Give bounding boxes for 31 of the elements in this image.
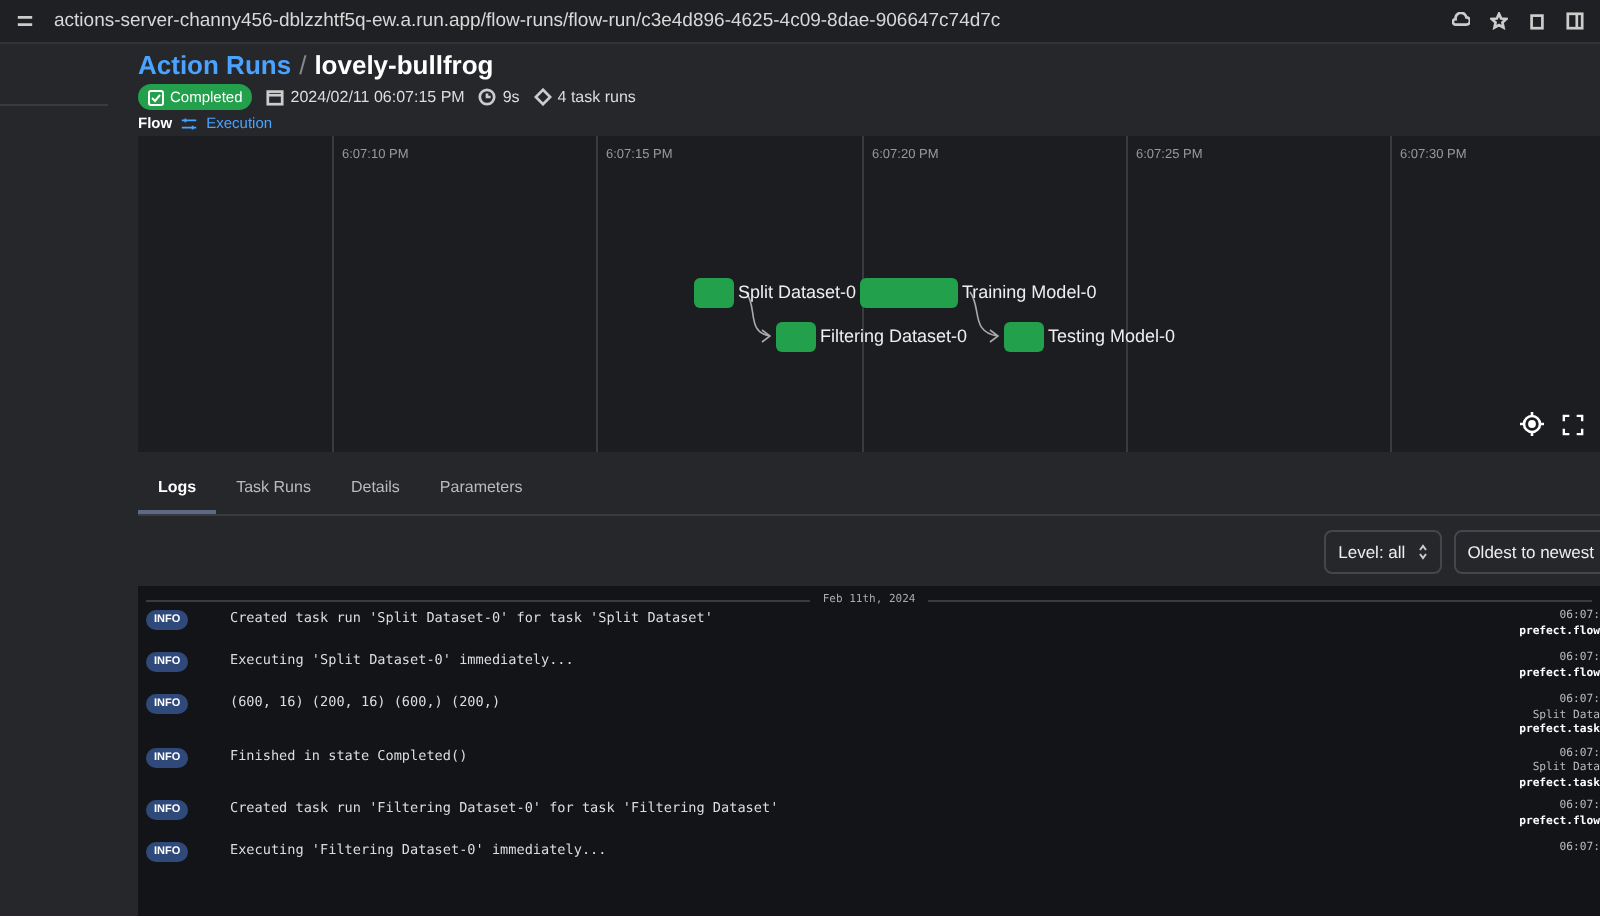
task-run-count: 4 task runs [557, 88, 636, 106]
task-run-label: Testing Model-0 [1048, 326, 1176, 346]
sort-caret-icon [1417, 544, 1428, 560]
run-date: 2024/02/11 06:07:15 PM [290, 88, 465, 106]
tab[interactable]: Task Runs [216, 462, 331, 514]
cloud-icon[interactable] [1452, 12, 1470, 30]
task-run-label: Filtering Dataset-0 [820, 326, 968, 346]
clock-icon [478, 88, 497, 106]
site-settings-icon[interactable] [16, 12, 34, 30]
flow-icon [180, 115, 199, 131]
recenter-icon[interactable] [1520, 412, 1544, 436]
task-run-bar[interactable] [1004, 322, 1044, 352]
star-icon[interactable] [1490, 12, 1508, 30]
breadcrumb-link[interactable]: Action Runs [138, 50, 292, 80]
task-run-label: Split Dataset-0 [738, 282, 857, 302]
side-panel-icon[interactable] [1566, 12, 1584, 30]
tab[interactable]: Logs [138, 462, 217, 514]
tab[interactable]: Parameters [419, 462, 543, 514]
task-run-bar[interactable] [694, 278, 734, 308]
order-select[interactable]: Oldest to newest [1453, 530, 1600, 574]
fullscreen-icon[interactable] [1562, 414, 1584, 436]
flow-run-title: lovely-bullfrog [314, 50, 494, 80]
task-run-label: Training Model-0 [962, 282, 1097, 302]
tab[interactable]: Details [330, 462, 420, 514]
level-select[interactable]: Level: all [1324, 530, 1442, 574]
run-duration: 9s [502, 88, 520, 106]
task-run-bar[interactable] [776, 322, 816, 352]
breadcrumb-separator: / [299, 50, 307, 80]
diamond-icon [533, 88, 552, 106]
calendar-icon [266, 88, 285, 106]
check-icon [148, 89, 164, 105]
